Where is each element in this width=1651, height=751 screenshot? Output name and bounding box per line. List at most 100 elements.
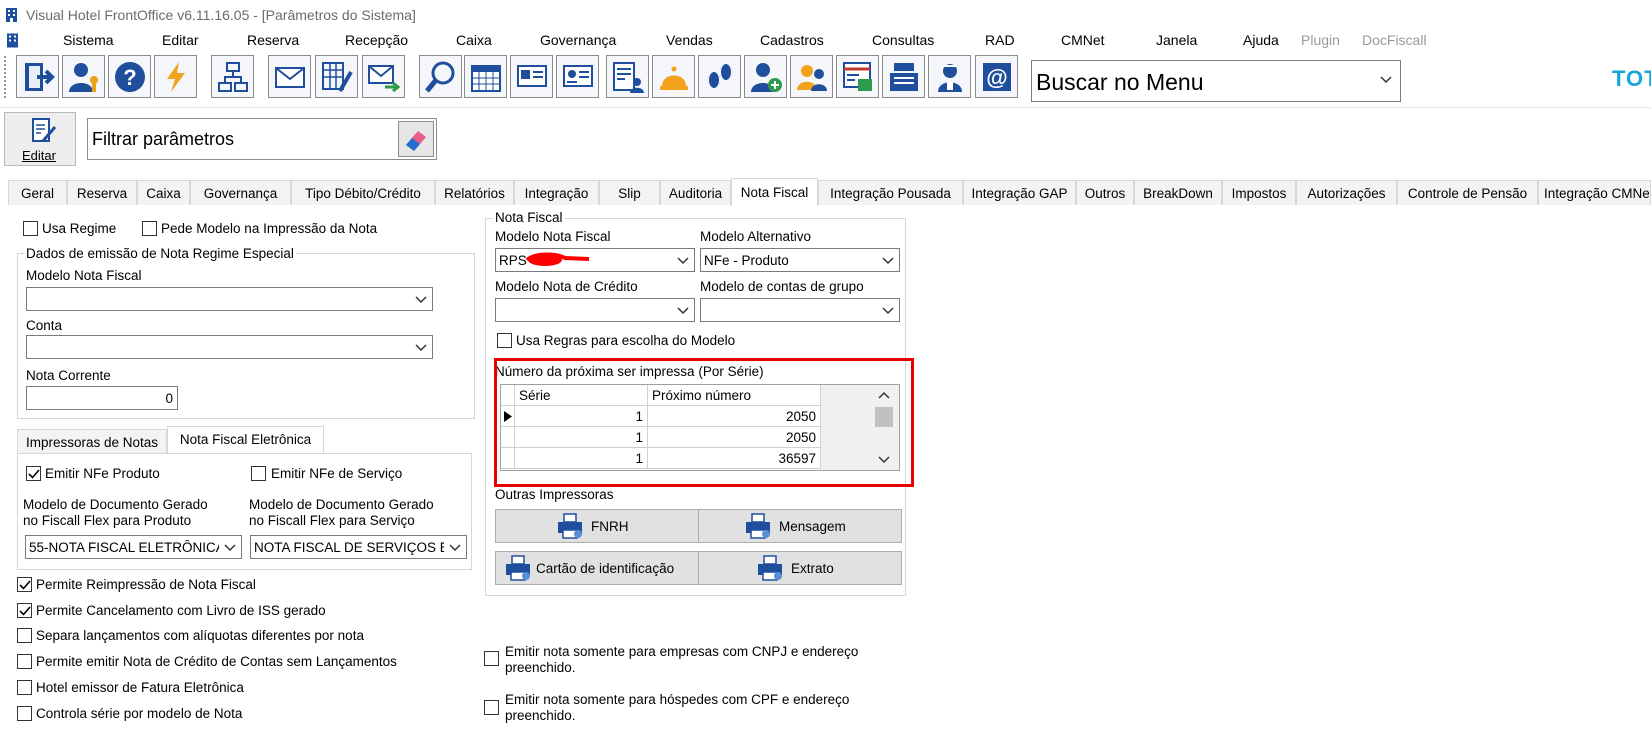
title-bar: Visual Hotel FrontOffice v6.11.16.05 - [… bbox=[0, 0, 1651, 30]
invoice-button[interactable] bbox=[836, 55, 879, 98]
modelo-doc-servico-label-2: no Fiscall Flex para Serviço bbox=[249, 513, 415, 528]
menu-rad[interactable]: RAD bbox=[985, 32, 1015, 48]
menu-reserva[interactable]: Reserva bbox=[247, 32, 299, 48]
option-checkbox[interactable] bbox=[17, 603, 32, 618]
menu-ajuda[interactable]: Ajuda bbox=[1243, 32, 1279, 48]
chevron-down-icon bbox=[224, 544, 236, 552]
edit-button[interactable]: Editar bbox=[4, 112, 76, 166]
tab-tipo-debito-credito[interactable]: Tipo Débito/Crédito bbox=[291, 180, 435, 205]
cash-register-button[interactable] bbox=[882, 55, 925, 98]
menu-search-combo[interactable]: Buscar no Menu bbox=[1031, 60, 1401, 102]
usa-regras-checkbox[interactable] bbox=[497, 333, 512, 348]
menu-governanca[interactable]: Governança bbox=[540, 32, 616, 48]
tab-slip[interactable]: Slip bbox=[599, 180, 660, 205]
menu-editar[interactable]: Editar bbox=[162, 32, 199, 48]
pede-modelo-checkbox[interactable] bbox=[142, 221, 157, 236]
tab-impostos[interactable]: Impostos bbox=[1222, 180, 1296, 205]
menu-cadastros[interactable]: Cadastros bbox=[760, 32, 824, 48]
chevron-down-icon bbox=[415, 296, 427, 304]
modelo-doc-servico-combo[interactable]: NOTA FISCAL DE SERVIÇOS EL bbox=[250, 535, 467, 559]
emitir-cpf-checkbox[interactable] bbox=[484, 700, 499, 715]
modelo-nf-combo[interactable]: RPS bbox=[495, 248, 695, 272]
chevron-down-icon bbox=[882, 257, 894, 265]
tab-geral[interactable]: Geral bbox=[8, 180, 67, 205]
tab-governanca[interactable]: Governança bbox=[190, 180, 291, 205]
send-mail-button[interactable] bbox=[362, 55, 405, 98]
modelo-credito-combo[interactable] bbox=[495, 298, 695, 322]
menu-cmnet[interactable]: CMNet bbox=[1061, 32, 1105, 48]
edit-label: Editar bbox=[22, 148, 56, 163]
option-checkbox[interactable] bbox=[17, 577, 32, 592]
email-at-button[interactable]: @ bbox=[975, 55, 1018, 98]
clear-filter-button[interactable] bbox=[398, 121, 434, 157]
menu-consultas[interactable]: Consultas bbox=[872, 32, 934, 48]
exit-button[interactable] bbox=[16, 55, 59, 98]
app-icon bbox=[6, 8, 17, 22]
option-checkbox[interactable] bbox=[17, 680, 32, 695]
lightning-button[interactable] bbox=[154, 55, 197, 98]
filter-input[interactable]: Filtrar parâmetros bbox=[87, 118, 437, 160]
tab-autorizacoes[interactable]: Autorizações bbox=[1296, 180, 1397, 205]
bell-icon bbox=[659, 66, 688, 90]
tab-nota-fiscal[interactable]: Nota Fiscal bbox=[731, 178, 818, 206]
emitir-nfe-servico-checkbox[interactable] bbox=[251, 466, 266, 481]
mail-button[interactable] bbox=[268, 55, 311, 98]
chevron-down-icon[interactable] bbox=[1380, 73, 1392, 85]
eraser-icon bbox=[406, 131, 426, 151]
regime-conta-combo[interactable] bbox=[26, 335, 433, 359]
cartao-identificacao-button[interactable]: Cartão de identificação bbox=[495, 551, 699, 585]
tab-auditoria[interactable]: Auditoria bbox=[660, 180, 731, 205]
help-button[interactable]: ? bbox=[108, 55, 151, 98]
maid-button[interactable] bbox=[928, 55, 971, 98]
mensagem-button[interactable]: Mensagem bbox=[698, 509, 902, 543]
emitir-nfe-produto-checkbox[interactable] bbox=[26, 466, 41, 481]
tab-relatorios[interactable]: Relatórios bbox=[435, 180, 514, 205]
window-title: Visual Hotel FrontOffice v6.11.16.05 - [… bbox=[26, 7, 416, 23]
subtab-nota-fiscal-eletronica[interactable]: Nota Fiscal Eletrônica bbox=[167, 426, 324, 454]
menu-caixa[interactable]: Caixa bbox=[456, 32, 492, 48]
menu-janela[interactable]: Janela bbox=[1156, 32, 1197, 48]
extrato-button[interactable]: Extrato bbox=[698, 551, 902, 585]
id-card-button[interactable] bbox=[556, 55, 599, 98]
footprints-icon bbox=[708, 63, 731, 88]
user-key-button[interactable] bbox=[62, 55, 105, 98]
fnrh-button[interactable]: FNRH bbox=[495, 509, 699, 543]
tab-outros[interactable]: Outros bbox=[1076, 180, 1134, 205]
emitir-cnpj-checkbox[interactable] bbox=[484, 651, 499, 666]
tab-caixa[interactable]: Caixa bbox=[137, 180, 190, 205]
tab-breakdown[interactable]: BreakDown bbox=[1134, 180, 1222, 205]
modelo-doc-produto-combo[interactable]: 55-NOTA FISCAL ELETRÔNICA bbox=[25, 535, 242, 559]
regime-modelo-nf-combo[interactable] bbox=[26, 287, 433, 311]
brand-logo: TOTV bbox=[1612, 66, 1651, 91]
tab-integracao[interactable]: Integração bbox=[514, 180, 599, 205]
users-button[interactable] bbox=[790, 55, 833, 98]
tab-controle-de-pensao[interactable]: Controle de Pensão bbox=[1397, 180, 1538, 205]
option-checkbox[interactable] bbox=[17, 628, 32, 643]
modelo-grupo-combo[interactable] bbox=[700, 298, 900, 322]
option-checkbox[interactable] bbox=[17, 654, 32, 669]
tab-reserva[interactable]: Reserva bbox=[67, 180, 137, 205]
report-people-button[interactable] bbox=[606, 55, 649, 98]
menu-vendas[interactable]: Vendas bbox=[666, 32, 713, 48]
org-chart-button[interactable] bbox=[211, 55, 254, 98]
footprints-button[interactable] bbox=[698, 55, 741, 98]
card-button[interactable] bbox=[510, 55, 553, 98]
search-button[interactable] bbox=[419, 55, 462, 98]
add-user-button[interactable] bbox=[744, 55, 787, 98]
menu-sistema[interactable]: Sistema bbox=[63, 32, 114, 48]
bell-button[interactable] bbox=[652, 55, 695, 98]
modelo-alt-combo[interactable]: NFe - Produto bbox=[700, 248, 900, 272]
nota-corrente-input[interactable]: 0 bbox=[26, 386, 178, 410]
calculator-pen-button[interactable] bbox=[315, 55, 358, 98]
option-checkbox[interactable] bbox=[17, 706, 32, 721]
tab-integracao-pousada[interactable]: Integração Pousada bbox=[818, 180, 963, 205]
menu-recepcao[interactable]: Recepção bbox=[345, 32, 408, 48]
toolbar-grip[interactable] bbox=[4, 56, 12, 98]
system-menu-icon[interactable] bbox=[6, 32, 19, 49]
tab-integracao-gap[interactable]: Integração GAP bbox=[963, 180, 1076, 205]
calendar-button[interactable] bbox=[464, 55, 507, 98]
nota-fiscal-group-title: Nota Fiscal bbox=[493, 210, 565, 225]
subtab-impressoras-de-notas[interactable]: Impressoras de Notas bbox=[17, 429, 167, 454]
usa-regime-checkbox[interactable] bbox=[23, 221, 38, 236]
tab-integracao-cmnet[interactable]: Integração CMNet bbox=[1538, 180, 1651, 205]
